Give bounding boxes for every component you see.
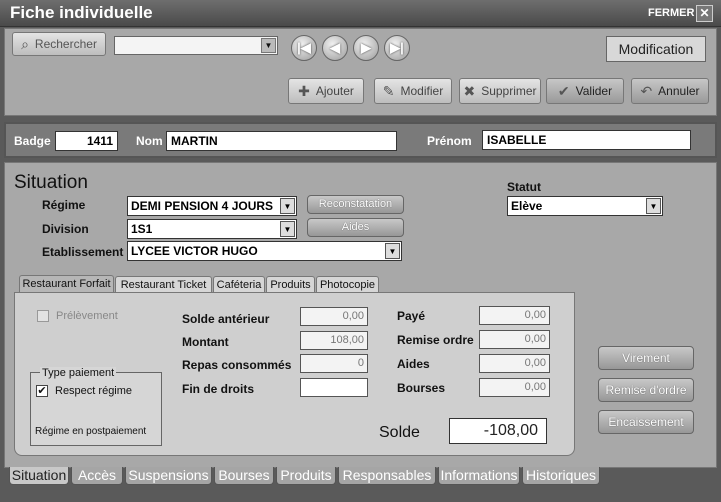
prelevement-label: Prélèvement [56, 310, 118, 322]
first-record-icon[interactable]: |◀ [291, 35, 317, 61]
nom-label: Nom [136, 134, 163, 148]
last-record-icon[interactable]: ▶| [384, 35, 410, 61]
remise-ordre-label: Remise ordre [397, 333, 474, 347]
reconstatation-button[interactable]: Reconstatation [307, 195, 404, 214]
close-label[interactable]: FERMER [648, 7, 694, 19]
tab-informations[interactable]: Informations [438, 467, 520, 485]
solde-value: -108,00 [449, 418, 547, 444]
search-button-label: Rechercher [34, 37, 97, 51]
montant-label: Montant [182, 335, 229, 349]
check-icon: ✔ [557, 82, 570, 99]
validate-button[interactable]: ✔ Valider [546, 78, 624, 104]
etablissement-label: Etablissement [42, 245, 124, 259]
cross-icon: ✖ [463, 82, 476, 99]
regime-value: DEMI PENSION 4 JOURS [131, 199, 274, 213]
tab-situation[interactable]: Situation [9, 467, 69, 485]
chevron-down-icon[interactable]: ▼ [280, 221, 295, 237]
previous-record-icon[interactable]: ◀ [322, 35, 348, 61]
chevron-down-icon[interactable]: ▼ [385, 243, 400, 259]
aides-button[interactable]: Aides [307, 218, 404, 237]
validate-button-label: Valider [575, 84, 613, 98]
tab-produits-bottom[interactable]: Produits [276, 467, 336, 485]
add-button-label: Ajouter [315, 84, 354, 98]
nom-field[interactable]: MARTIN [166, 131, 397, 151]
fin-droits-label: Fin de droits [182, 382, 254, 396]
aides-field[interactable]: 0,00 [479, 354, 550, 373]
window-title: Fiche individuelle [10, 3, 153, 22]
cancel-button-label: Annuler [658, 84, 700, 98]
division-value: 1S1 [131, 222, 153, 236]
delete-button-label: Supprimer [481, 84, 537, 98]
search-button[interactable]: ⌕ Rechercher [12, 32, 106, 56]
statut-value: Elève [511, 199, 543, 213]
delete-button[interactable]: ✖ Supprimer [459, 78, 541, 104]
remise-ordre-button[interactable]: Remise d'ordre [598, 378, 694, 402]
etablissement-value: LYCEE VICTOR HUGO [131, 244, 258, 258]
tab-suspensions[interactable]: Suspensions [125, 467, 212, 485]
next-record-icon[interactable]: ▶ [353, 35, 379, 61]
chevron-down-icon[interactable]: ▼ [280, 198, 295, 214]
edit-button[interactable]: ✎ Modifier [374, 78, 452, 104]
prenom-field[interactable]: ISABELLE [482, 130, 691, 150]
badge-label: Badge [14, 134, 51, 148]
pencil-icon: ✎ [382, 82, 395, 99]
edit-button-label: Modifier [400, 84, 444, 98]
solde-anterieur-field[interactable]: 0,00 [300, 307, 368, 326]
mode-indicator: Modification [606, 36, 706, 62]
badge-field[interactable]: 1411 [55, 131, 118, 151]
paye-label: Payé [397, 309, 426, 323]
solde-label: Solde [379, 424, 420, 441]
etablissement-select[interactable]: LYCEE VICTOR HUGO ▼ [127, 241, 402, 261]
fin-droits-field[interactable] [300, 378, 368, 397]
regime-select[interactable]: DEMI PENSION 4 JOURS ▼ [127, 196, 297, 216]
prenom-label: Prénom [427, 134, 472, 148]
cancel-button[interactable]: ↶ Annuler [631, 78, 709, 104]
statut-label: Statut [507, 180, 541, 194]
plus-icon: ✚ [298, 82, 310, 99]
chevron-down-icon[interactable]: ▼ [261, 38, 276, 53]
montant-field[interactable]: 108,00 [300, 331, 368, 350]
close-icon[interactable]: ✕ [696, 5, 713, 22]
encaissement-button[interactable]: Encaissement [598, 410, 694, 434]
regime-label: Régime [42, 198, 86, 212]
tab-responsables[interactable]: Responsables [338, 467, 436, 485]
type-paiement-label: Type paiement [40, 367, 117, 379]
search-select[interactable]: ▼ [114, 36, 278, 55]
bourses-label: Bourses [397, 381, 446, 395]
bourses-field[interactable]: 0,00 [479, 378, 550, 397]
division-label: Division [42, 222, 89, 236]
repas-label: Repas consommés [182, 358, 292, 372]
prelevement-checkbox[interactable] [37, 310, 49, 322]
statut-select[interactable]: Elève ▼ [507, 196, 663, 216]
division-select[interactable]: 1S1 ▼ [127, 219, 297, 239]
respect-regime-checkbox[interactable]: ✔ [36, 385, 48, 397]
paye-field[interactable]: 0,00 [479, 306, 550, 325]
aides-label: Aides [397, 357, 430, 371]
virement-button[interactable]: Virement [598, 346, 694, 370]
solde-anterieur-label: Solde antérieur [182, 312, 270, 326]
respect-regime-label: Respect régime [55, 385, 133, 397]
undo-arrow-icon: ↶ [640, 82, 653, 99]
section-title: Situation [14, 172, 88, 193]
postpaiement-label: Régime en postpaiement [35, 426, 147, 437]
tab-acces[interactable]: Accès [71, 467, 123, 485]
chevron-down-icon[interactable]: ▼ [646, 198, 661, 214]
magnifier-icon: ⌕ [21, 35, 29, 52]
tab-historiques[interactable]: Historiques [522, 467, 600, 485]
tab-bourses[interactable]: Bourses [214, 467, 274, 485]
repas-field[interactable]: 0 [300, 354, 368, 373]
remise-ordre-field[interactable]: 0,00 [479, 330, 550, 349]
add-button[interactable]: ✚ Ajouter [288, 78, 364, 104]
